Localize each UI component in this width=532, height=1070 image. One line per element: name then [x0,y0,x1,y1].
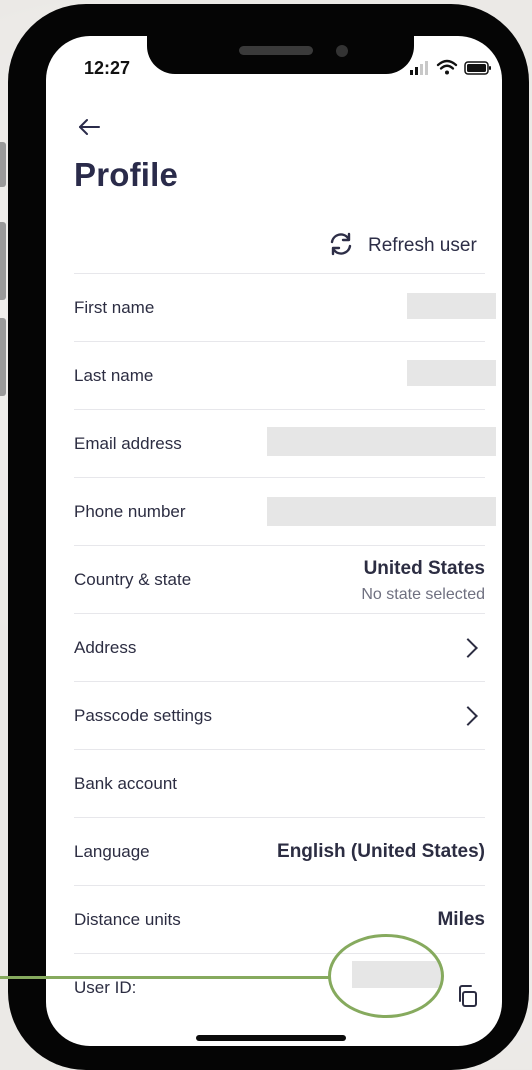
last-name-value-redacted [407,360,496,386]
notch [147,25,414,74]
side-button-volume-up [0,222,6,300]
status-time: 12:27 [84,58,131,78]
phone-frame: 12:27 Profile Refresh user First name La… [8,4,529,1070]
battery-icon [464,61,491,75]
row-email[interactable]: Email address [74,409,496,477]
side-button-mute [0,142,6,187]
phone-value-redacted [267,497,496,526]
last-name-label: Last name [74,365,154,385]
copy-icon[interactable] [454,982,480,1010]
bank-account-label: Bank account [74,773,178,793]
first-name-value-redacted [407,293,496,319]
speaker [239,46,313,55]
row-phone[interactable]: Phone number [74,477,496,545]
row-address[interactable]: Address [74,613,485,681]
row-distance-units[interactable]: Distance units Miles [74,885,485,953]
app-screen: 12:27 Profile Refresh user First name La… [46,36,502,1046]
annotation-circle [328,934,444,1018]
address-label: Address [74,637,137,657]
camera [336,45,348,57]
country-value: United States [363,558,485,579]
distance-units-value: Miles [437,908,485,930]
profile-list: First name Last name Email address Phone… [74,273,496,1021]
refresh-user-button[interactable]: Refresh user [328,231,477,261]
email-label: Email address [74,433,182,453]
arrow-left-icon[interactable] [74,114,106,140]
passcode-settings-label: Passcode settings [74,705,212,725]
user-id-label: User ID: [74,977,137,997]
row-passcode-settings[interactable]: Passcode settings [74,681,485,749]
status-icons [406,56,502,78]
row-country-state[interactable]: Country & state United States No state s… [74,545,485,613]
home-indicator [196,1035,346,1041]
wifi-icon [436,59,458,70]
page-title: Profile [74,156,179,193]
refresh-icon [328,231,354,262]
row-language[interactable]: Language English (United States) [74,817,485,885]
annotation-line [0,976,330,979]
state-value: No state selected [361,586,485,603]
country-state-label: Country & state [74,569,192,589]
chevron-right-icon [458,637,478,658]
language-label: Language [74,841,150,861]
row-first-name[interactable]: First name [74,273,496,341]
signal-icon [410,61,428,75]
side-button-volume-down [0,318,6,396]
chevron-right-icon [458,705,478,726]
first-name-label: First name [74,297,155,317]
language-value: English (United States) [277,840,485,862]
distance-units-label: Distance units [74,909,181,929]
phone-label: Phone number [74,501,186,521]
row-last-name[interactable]: Last name [74,341,496,409]
email-value-redacted [267,427,496,456]
refresh-user-label: Refresh user [368,235,477,256]
row-bank-account[interactable]: Bank account [74,749,485,817]
